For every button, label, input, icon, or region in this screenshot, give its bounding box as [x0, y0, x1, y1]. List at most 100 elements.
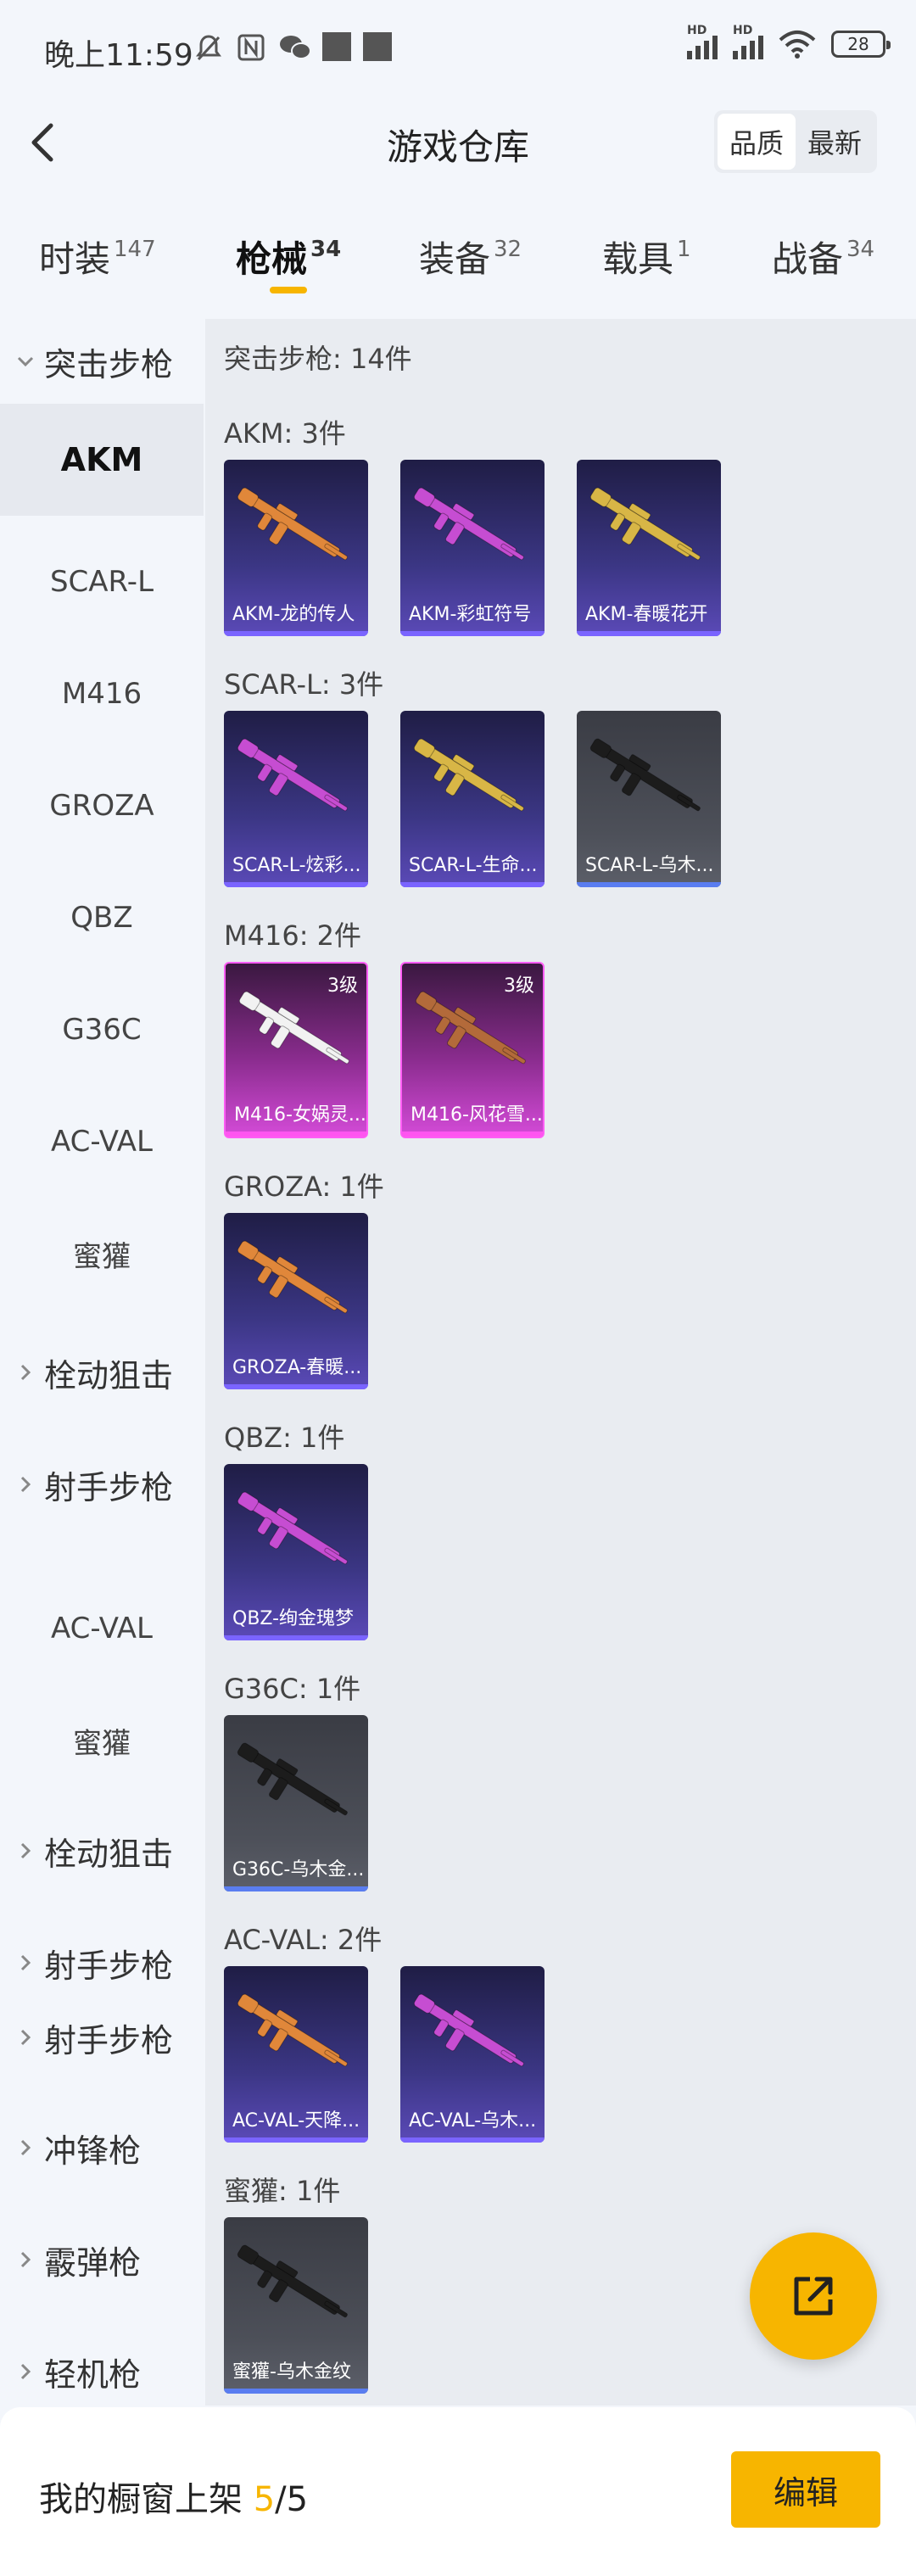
quality-bar	[224, 2137, 368, 2143]
sidebar-item-label: G36C	[62, 1013, 142, 1047]
weapon-card[interactable]: AC-VAL-乌木...	[400, 1966, 545, 2143]
weapon-name: QBZ-绚金瑰梦	[232, 1608, 355, 1629]
sidebar-group[interactable]: 轻机枪	[0, 2316, 204, 2406]
showcase-total: /5	[275, 2480, 309, 2519]
sidebar-group[interactable]: 栓动狙击	[0, 1795, 204, 1907]
weapon-name: AC-VAL-天降...	[232, 2110, 360, 2132]
weapon-card[interactable]: SCAR-L-乌木...	[577, 711, 721, 887]
weapon-name: AKM-龙的传人	[232, 604, 355, 625]
quality-bar	[224, 882, 368, 887]
rifle-icon	[238, 991, 349, 1064]
tab-vehicles[interactable]: 载具 1	[602, 231, 691, 282]
sidebar-item-label: AC-VAL	[51, 1125, 153, 1159]
quality-bar	[224, 1384, 368, 1389]
page-header: 游戏仓库 品质 最新	[0, 100, 916, 182]
sort-toggle: 品质 最新	[713, 110, 877, 173]
battery-level: 28	[847, 34, 869, 54]
sort-option-quality[interactable]: 品质	[717, 114, 796, 170]
notification-square-icon	[363, 32, 392, 61]
sidebar-group[interactable]: 射手步枪	[0, 1428, 204, 1540]
status-bar: 晚上11:59 HD HD 28	[0, 0, 916, 100]
weapon-name: 蜜獾-乌木金纹	[232, 2361, 351, 2383]
quality-bar	[224, 2389, 368, 2394]
chevron-right-icon	[20, 2029, 31, 2046]
sidebar-group[interactable]: 冲锋枪	[0, 2092, 204, 2204]
weapon-name: M416-风花雪...	[411, 1104, 543, 1126]
weapon-card[interactable]: AKM-彩虹符号	[400, 460, 545, 636]
weapon-card[interactable]: GROZA-春暖...	[224, 1213, 368, 1389]
sidebar-item-label: 栓动狙击	[44, 1356, 174, 1394]
sidebar-item[interactable]: GROZA	[0, 750, 204, 862]
rifle-icon	[237, 738, 348, 812]
section-title: AKM: 3件	[224, 417, 346, 450]
weapon-card[interactable]: G36C-乌木金...	[224, 1715, 368, 1891]
weapon-card[interactable]: AKM-春暖花开	[577, 460, 721, 636]
sidebar-item[interactable]: QBZ	[0, 862, 204, 974]
mute-bell-icon	[196, 35, 221, 61]
nfc-icon	[237, 34, 265, 61]
sidebar-item-label: AKM	[60, 441, 143, 478]
weapon-card[interactable]: AC-VAL-天降...	[224, 1966, 368, 2143]
chevron-right-icon	[20, 1364, 31, 1381]
tab-fashion[interactable]: 时装 147	[39, 231, 156, 282]
weapon-name: M416-女娲灵...	[234, 1104, 366, 1126]
sidebar-group[interactable]: 突击步枪	[0, 319, 204, 404]
sidebar-group[interactable]: 射手步枪	[0, 1981, 204, 2093]
weapon-name: GROZA-春暖...	[232, 1357, 362, 1378]
sidebar-item[interactable]: AKM	[0, 404, 204, 516]
rifle-icon	[413, 738, 524, 812]
sidebar-item-label: 射手步枪	[44, 1468, 174, 1506]
category-tabs: 时装 147 枪械 34 装备 32 载具 1 战备 34	[0, 221, 916, 305]
weapon-card[interactable]: 3级 M416-女娲灵...	[224, 962, 368, 1138]
tab-guns[interactable]: 枪械 34	[236, 231, 341, 282]
sidebar-item-label: QBZ	[70, 901, 133, 935]
sidebar-item[interactable]: 蜜獾	[0, 1198, 204, 1310]
rifle-icon	[237, 1491, 348, 1565]
quality-bar	[402, 1132, 543, 1137]
showcase-status: 我的橱窗上架 5/5	[39, 2472, 308, 2521]
level-badge: 3级	[327, 975, 358, 997]
sidebar-item-label: 射手步枪	[44, 2021, 174, 2059]
tab-equipment[interactable]: 装备 32	[419, 231, 522, 282]
signal-hd-icon: HD	[733, 24, 763, 59]
sidebar-item[interactable]: M416	[0, 638, 204, 750]
quality-bar	[224, 1635, 368, 1640]
weapon-name: SCAR-L-乌木...	[585, 855, 714, 876]
sidebar-item[interactable]: G36C	[0, 974, 204, 1086]
section-title: 蜜獾: 1件	[224, 2175, 341, 2207]
sidebar-item-label: 冲锋枪	[44, 2132, 142, 2170]
rifle-icon	[413, 487, 524, 561]
sidebar-item[interactable]: SCAR-L	[0, 526, 204, 638]
quality-bar	[577, 882, 721, 887]
sidebar-item[interactable]: 蜜獾	[0, 1685, 204, 1796]
rifle-icon	[237, 2244, 348, 2318]
weapon-card[interactable]: SCAR-L-炫彩...	[224, 711, 368, 887]
weapon-name: G36C-乌木金...	[232, 1859, 365, 1880]
weapon-card[interactable]: QBZ-绚金瑰梦	[224, 1464, 368, 1640]
weapon-card[interactable]: 3级 M416-风花雪...	[400, 962, 545, 1138]
sidebar-group[interactable]: 霰弹枪	[0, 2204, 204, 2316]
sidebar-group[interactable]: 栓动狙击	[0, 1316, 204, 1428]
edit-button[interactable]: 编辑	[731, 2451, 880, 2528]
sort-option-latest[interactable]: 最新	[796, 114, 874, 170]
chevron-right-icon	[20, 1476, 31, 1493]
weapon-card[interactable]: SCAR-L-生命...	[400, 711, 545, 887]
active-tab-indicator	[270, 287, 307, 293]
weapon-card[interactable]: 蜜獾-乌木金纹	[224, 2217, 368, 2394]
rifle-icon	[237, 1993, 348, 2067]
section-title: AC-VAL: 2件	[224, 1924, 383, 1956]
share-external-icon	[794, 2277, 833, 2316]
quality-bar	[577, 631, 721, 636]
sidebar-item[interactable]: AC-VAL	[0, 1086, 204, 1198]
rifle-icon	[237, 487, 348, 561]
sidebar-item-label: 栓动狙击	[44, 1835, 174, 1873]
quality-bar	[224, 1886, 368, 1891]
tab-supplies[interactable]: 战备 34	[772, 231, 874, 282]
sidebar-item-label: GROZA	[49, 789, 154, 823]
sidebar-item[interactable]: AC-VAL	[0, 1573, 204, 1685]
share-button[interactable]	[750, 2232, 877, 2360]
quality-bar	[400, 2137, 545, 2143]
sidebar: 突击步枪 AKM SCAR-L M416 GROZA QBZ G36C AC-VAL 蜜獾 栓动狙…	[0, 319, 204, 2406]
weapon-grid: 突击步枪: 14件 AKM: 3件 AKM-龙的传人 AKM-彩虹符号 AKM-春暖花…	[205, 319, 916, 2406]
weapon-card[interactable]: AKM-龙的传人	[224, 460, 368, 636]
